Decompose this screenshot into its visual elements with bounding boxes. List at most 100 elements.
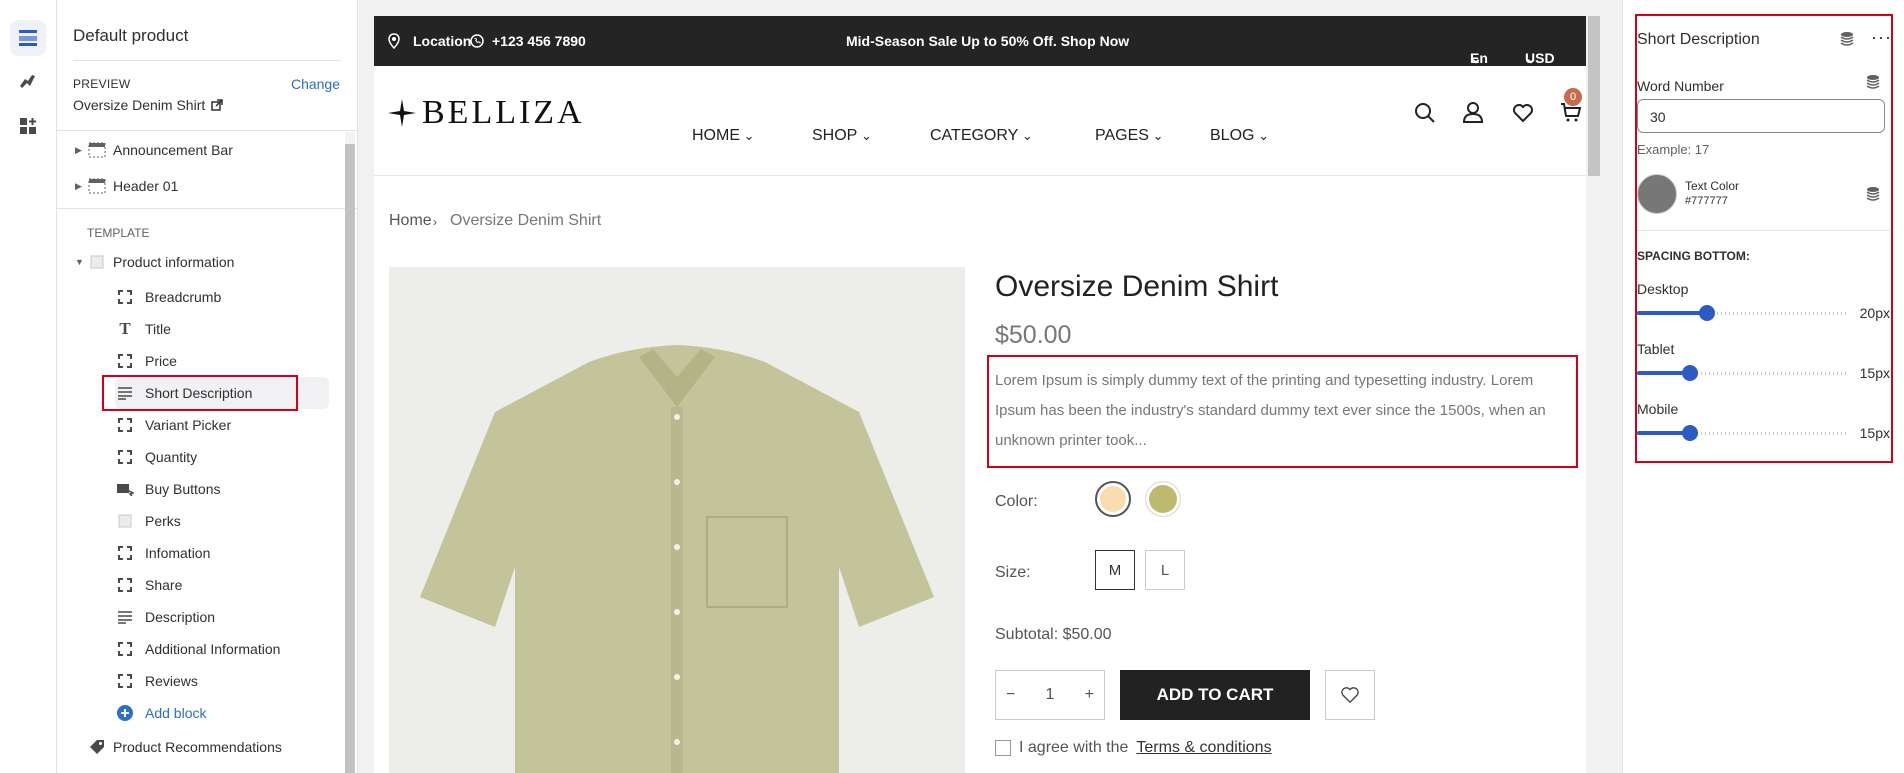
highlight-box — [102, 375, 298, 411]
block-label: Variant Picker — [145, 417, 232, 433]
color-swatch-selected[interactable] — [1095, 481, 1131, 517]
add-block-label: Add block — [145, 705, 207, 721]
block-reviews[interactable]: Reviews — [115, 665, 329, 697]
block-label: Perks — [145, 513, 181, 529]
block-price[interactable]: Price — [115, 345, 329, 377]
section-announcement-bar[interactable]: ▶ Announcement Bar — [57, 134, 329, 166]
phone-icon — [470, 34, 484, 48]
buy-icon — [115, 480, 135, 498]
nav-home[interactable]: HOME ⌄ — [692, 127, 755, 145]
block-label: Title — [145, 321, 171, 337]
section-product-recommendations[interactable]: Product Recommendations — [57, 731, 329, 763]
account-icon[interactable] — [1462, 101, 1484, 123]
divider — [73, 60, 341, 61]
section-product-information[interactable]: ▼ Product information — [57, 246, 329, 278]
text-icon: T — [119, 319, 131, 338]
product-image[interactable] — [389, 267, 965, 773]
nav-pages[interactable]: PAGES ⌄ — [1095, 127, 1163, 145]
size-option[interactable]: L — [1145, 550, 1185, 590]
block-title[interactable]: T Title — [115, 313, 329, 345]
chevron-down-icon: ⌄ — [740, 128, 755, 143]
bracket-icon — [115, 672, 135, 690]
block-label: Buy Buttons — [145, 481, 221, 497]
nav-category[interactable]: CATEGORY ⌄ — [930, 127, 1033, 145]
shirt-image — [389, 267, 965, 773]
size-label: Size: — [995, 564, 1031, 581]
template-group-label: TEMPLATE — [87, 226, 150, 240]
bracket-icon — [115, 416, 135, 434]
section-icon — [87, 177, 107, 195]
breadcrumb-home[interactable]: Home — [389, 212, 432, 230]
tag-icon — [87, 738, 107, 756]
sidebar-scroll-thumb[interactable] — [345, 144, 355, 773]
change-preview-link[interactable]: Change — [291, 76, 340, 92]
block-label: Reviews — [145, 673, 198, 689]
cart-count-badge: 0 — [1564, 88, 1582, 106]
terms-checkbox[interactable] — [995, 740, 1011, 756]
block-label: Breadcrumb — [145, 289, 222, 305]
bracket-icon — [115, 576, 135, 594]
bracket-icon — [115, 288, 135, 306]
section-header-01[interactable]: ▶ Header 01 — [57, 170, 329, 202]
block-buy-buttons[interactable]: Buy Buttons — [115, 473, 329, 505]
preview-scroll-thumb[interactable] — [1588, 16, 1600, 176]
search-icon[interactable] — [1414, 102, 1436, 124]
location-link[interactable]: Location — [413, 33, 471, 49]
preview-product[interactable]: Oversize Denim Shirt — [73, 97, 224, 113]
add-to-cart-button[interactable]: ADD TO CART — [1120, 670, 1310, 720]
block-additional-information[interactable]: Additional Information — [115, 633, 329, 665]
quantity-value[interactable]: 1 — [1046, 686, 1055, 704]
section-label: Header 01 — [113, 178, 179, 194]
block-variant-picker[interactable]: Variant Picker — [115, 409, 329, 441]
external-link-icon — [211, 99, 224, 111]
block-label: Infomation — [145, 545, 211, 561]
nav-label: HOME — [692, 127, 740, 144]
location-pin-icon — [388, 33, 400, 49]
caret-down-icon[interactable]: ▼ — [75, 257, 87, 267]
block-label: Description — [145, 609, 216, 625]
plus-icon[interactable]: + — [1085, 686, 1094, 704]
theme-settings-icon[interactable] — [10, 64, 46, 100]
color-swatch[interactable] — [1145, 481, 1181, 517]
block-label: Quantity — [145, 449, 198, 465]
quantity-stepper[interactable]: − 1 + — [995, 670, 1105, 720]
section-label: Product information — [113, 254, 235, 270]
store-logo[interactable]: BELLIZA — [388, 94, 585, 132]
chevron-down-icon: ⌄ — [1470, 50, 1482, 66]
minus-icon[interactable]: − — [1006, 686, 1015, 704]
block-share[interactable]: Share — [115, 569, 329, 601]
block-breadcrumb[interactable]: Breadcrumb — [115, 281, 329, 313]
preview-product-name: Oversize Denim Shirt — [73, 97, 206, 113]
terms-link[interactable]: Terms & conditions — [1136, 739, 1271, 757]
bracket-icon — [115, 448, 135, 466]
phone-number[interactable]: +123 456 7890 — [492, 33, 586, 49]
add-block-button[interactable]: Add block — [115, 697, 329, 729]
block-quantity[interactable]: Quantity — [115, 441, 329, 473]
heart-icon[interactable] — [1512, 103, 1534, 123]
block-description[interactable]: Description — [115, 601, 329, 633]
bracket-icon — [115, 544, 135, 562]
logo-star-icon — [388, 99, 416, 127]
template-title: Default product — [73, 26, 189, 45]
divider — [57, 208, 357, 209]
block-label: Additional Information — [145, 641, 281, 657]
size-option-selected[interactable]: M — [1095, 550, 1135, 590]
heart-icon — [1341, 687, 1359, 704]
logo-text: BELLIZA — [422, 94, 585, 131]
caret-right-icon[interactable]: ▶ — [75, 145, 87, 156]
caret-right-icon[interactable]: ▶ — [75, 181, 87, 192]
block-perks[interactable]: Perks — [115, 505, 329, 537]
promo-text[interactable]: Mid-Season Sale Up to 50% Off. Shop Now — [846, 33, 1129, 49]
nav-label: BLOG — [1210, 127, 1255, 144]
subtotal: Subtotal: $50.00 — [995, 626, 1112, 643]
chevron-down-icon: ⌄ — [1018, 128, 1033, 143]
block-infomation[interactable]: Infomation — [115, 537, 329, 569]
chevron-down-icon: ⌄ — [857, 128, 872, 143]
breadcrumb-current: Oversize Denim Shirt — [450, 212, 602, 229]
apps-icon[interactable] — [10, 108, 46, 144]
wishlist-button[interactable] — [1325, 670, 1375, 720]
nav-blog[interactable]: BLOG ⌄ — [1210, 127, 1269, 145]
block-label: Share — [145, 577, 183, 593]
sections-icon[interactable] — [10, 20, 46, 56]
nav-shop[interactable]: SHOP ⌄ — [812, 127, 872, 145]
